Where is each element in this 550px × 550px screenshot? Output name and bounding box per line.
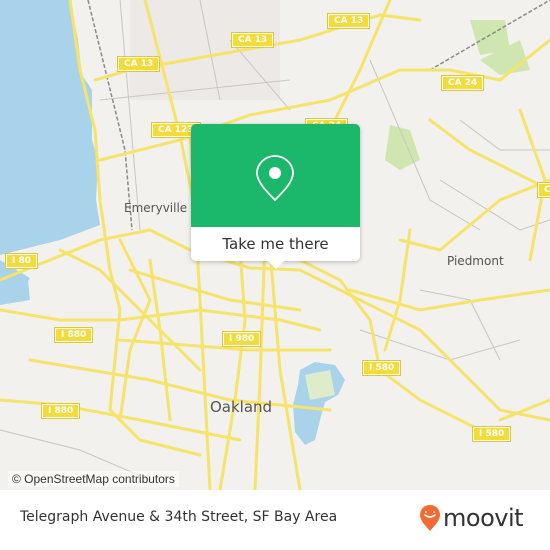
location-popup: Take me there [191, 124, 360, 269]
park [305, 370, 335, 400]
location-pin-icon [256, 155, 294, 202]
road-shield-i80: I 80 [4, 253, 39, 269]
take-me-there-button[interactable]: Take me there [191, 227, 360, 261]
road-shield-ca13: CA 13 [326, 13, 371, 29]
footer: Telegraph Avenue & 34th Street, SF Bay A… [0, 490, 550, 550]
road-shield-ca24: CA 24 [440, 75, 485, 91]
road-shield-i880: I 880 [40, 403, 81, 419]
map-attribution[interactable]: © OpenStreetMap contributors [8, 471, 179, 487]
road-shield-i580: I 580 [471, 426, 512, 442]
road-shield-i980: I 980 [221, 331, 262, 347]
popup-pointer [267, 260, 285, 269]
brand-name: moovit [443, 504, 524, 532]
bay-water [0, 280, 30, 305]
road-shield-ca13: CA 13 [116, 56, 161, 72]
moovit-pin-icon [420, 505, 440, 531]
moovit-logo[interactable]: moovit [419, 504, 524, 532]
stop-title: Telegraph Avenue & 34th Street, SF Bay A… [20, 509, 338, 525]
place-label-piedmont: Piedmont [447, 254, 504, 268]
map[interactable]: CA 13 CA 13 CA 13 CA 123 CA 24 CA 24 C I… [0, 0, 550, 490]
road-shield-i880: I 880 [53, 327, 94, 343]
bay-water [0, 0, 100, 255]
popup-header [191, 124, 360, 227]
road-shield-ca13: CA 13 [230, 32, 275, 48]
road-shield-i580: I 580 [361, 360, 402, 376]
road-shield-partial: C [537, 182, 550, 198]
place-label-emeryville: Emeryville [124, 201, 188, 215]
take-me-there-label: Take me there [222, 235, 329, 253]
place-label-oakland: Oakland [210, 398, 273, 416]
